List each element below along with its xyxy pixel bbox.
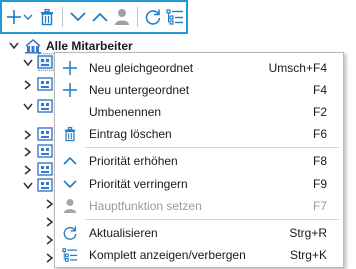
menu-item-new-sibling[interactable]: Neu gleichgeordnet Umsch+F4 bbox=[55, 57, 343, 79]
expand-collapse-list-icon bbox=[166, 9, 183, 25]
menu-item-shortcut: F4 bbox=[312, 83, 327, 97]
menu-item-shortcut: F7 bbox=[312, 199, 327, 213]
menu-item-label: Komplett anzeigen/verbergen bbox=[89, 248, 246, 262]
menu-item-set-main-function: Hauptfunktion setzen F7 bbox=[55, 195, 343, 217]
add-dropdown-button[interactable] bbox=[4, 4, 36, 30]
toolbar-separator bbox=[62, 7, 63, 27]
tree-node[interactable] bbox=[22, 98, 53, 117]
tree-node[interactable] bbox=[22, 54, 53, 73]
collapse-arrow-icon[interactable] bbox=[22, 101, 34, 113]
person-icon bbox=[55, 198, 85, 214]
menu-separator bbox=[85, 219, 339, 220]
menu-item-label: Neu gleichgeordnet bbox=[89, 61, 194, 75]
chevron-down-icon bbox=[70, 12, 86, 22]
tree-node[interactable] bbox=[22, 126, 53, 143]
tree-node[interactable] bbox=[22, 177, 53, 196]
context-menu: Neu gleichgeordnet Umsch+F4 Neu untergeo… bbox=[54, 52, 344, 268]
menu-item-shortcut: Strg+K bbox=[289, 248, 327, 262]
delete-button[interactable] bbox=[36, 4, 58, 30]
collapse-arrow-icon[interactable] bbox=[22, 57, 34, 69]
plus-dropdown-icon bbox=[7, 10, 33, 24]
menu-item-label: Priorität verringern bbox=[89, 177, 188, 191]
menu-item-label: Aktualisieren bbox=[89, 226, 158, 240]
plus-icon bbox=[55, 82, 85, 98]
plus-icon bbox=[55, 60, 85, 76]
toolbar bbox=[0, 0, 188, 34]
set-main-function-button[interactable] bbox=[111, 4, 133, 30]
menu-item-label: Priorität erhöhen bbox=[89, 154, 178, 168]
expand-arrow-icon[interactable] bbox=[22, 164, 34, 176]
menu-item-rename[interactable]: Umbenennen F2 bbox=[55, 101, 343, 123]
menu-item-shortcut: Umsch+F4 bbox=[268, 61, 327, 75]
menu-item-toggle-complete[interactable]: Komplett anzeigen/verbergen Strg+K bbox=[55, 244, 343, 266]
collapse-arrow-icon[interactable] bbox=[8, 40, 20, 52]
menu-item-shortcut: F9 bbox=[312, 177, 327, 191]
department-icon bbox=[37, 98, 53, 117]
chevron-up-icon bbox=[92, 12, 108, 22]
refresh-icon bbox=[55, 225, 85, 241]
tree-node[interactable] bbox=[22, 76, 53, 95]
move-up-button[interactable] bbox=[89, 4, 111, 30]
expand-arrow-icon[interactable] bbox=[22, 129, 34, 141]
person-icon bbox=[115, 9, 129, 25]
expand-collapse-list-icon bbox=[55, 247, 85, 263]
move-down-button[interactable] bbox=[67, 4, 89, 30]
menu-item-new-child[interactable]: Neu untergeordnet F4 bbox=[55, 79, 343, 101]
trash-icon bbox=[55, 126, 85, 142]
menu-item-label: Eintrag löschen bbox=[89, 127, 172, 141]
menu-item-label: Umbenennen bbox=[89, 105, 162, 119]
department-icon bbox=[37, 143, 53, 162]
menu-item-decrease-priority[interactable]: Priorität verringern F9 bbox=[55, 173, 343, 195]
menu-item-shortcut: F8 bbox=[312, 154, 327, 168]
department-icon bbox=[37, 54, 53, 73]
menu-item-shortcut: F6 bbox=[312, 127, 327, 141]
expand-arrow-icon[interactable] bbox=[22, 146, 34, 158]
menu-item-shortcut: Strg+R bbox=[289, 226, 327, 240]
tree-root-label: Alle Mitarbeiter bbox=[46, 39, 133, 53]
refresh-icon bbox=[145, 9, 161, 25]
tree-node[interactable] bbox=[22, 143, 53, 162]
department-icon bbox=[37, 76, 53, 95]
collapse-arrow-icon[interactable] bbox=[22, 180, 34, 192]
menu-item-refresh[interactable]: Aktualisieren Strg+R bbox=[55, 222, 343, 244]
toolbar-separator bbox=[137, 7, 138, 27]
expand-arrow-icon[interactable] bbox=[22, 79, 34, 91]
menu-item-increase-priority[interactable]: Priorität erhöhen F8 bbox=[55, 150, 343, 172]
trash-icon bbox=[41, 8, 53, 26]
refresh-button[interactable] bbox=[142, 4, 164, 30]
chevron-down-icon bbox=[55, 178, 85, 190]
menu-item-label: Hauptfunktion setzen bbox=[89, 199, 202, 213]
expand-collapse-button[interactable] bbox=[164, 4, 186, 30]
menu-item-shortcut: F2 bbox=[312, 105, 327, 119]
chevron-up-icon bbox=[55, 155, 85, 167]
menu-item-label: Neu untergeordnet bbox=[89, 83, 190, 97]
org-chart-icon bbox=[24, 38, 42, 54]
menu-item-delete[interactable]: Eintrag löschen F6 bbox=[55, 123, 343, 145]
department-icon bbox=[37, 177, 53, 196]
menu-separator bbox=[85, 147, 339, 148]
